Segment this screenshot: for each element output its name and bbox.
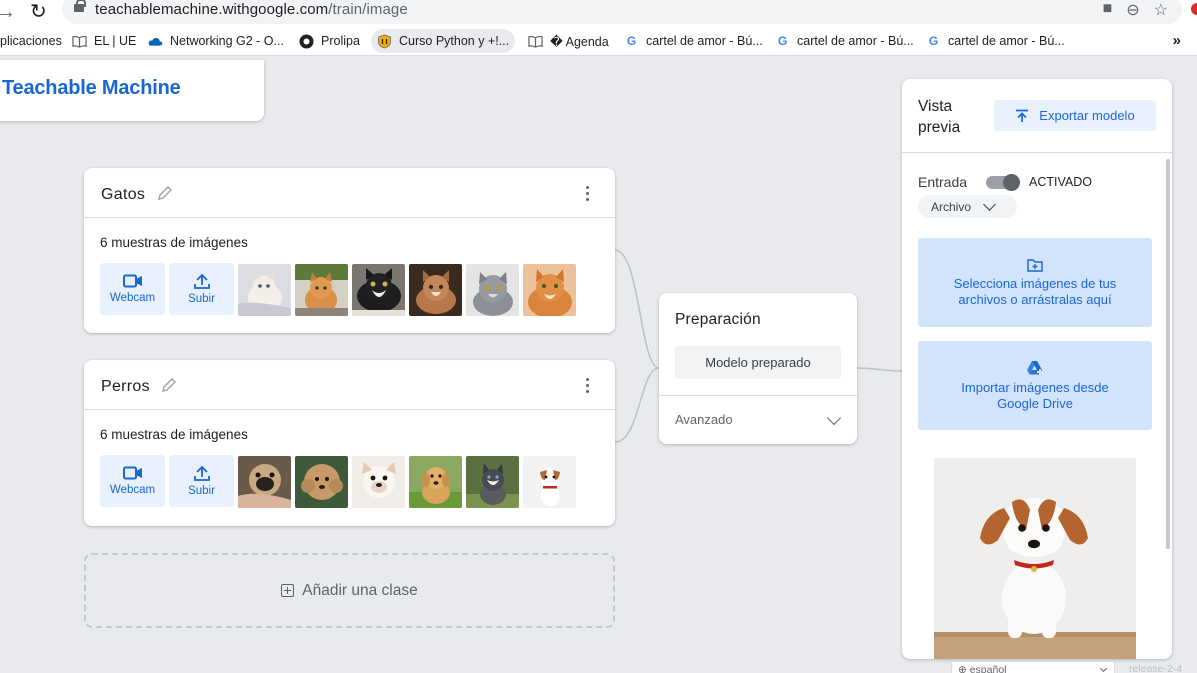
more-options-icon[interactable] bbox=[581, 378, 593, 396]
file-drop-zone[interactable]: Selecciona imágenes de tus archivos o ar… bbox=[918, 238, 1152, 327]
globe-icon: ⊕ bbox=[958, 664, 970, 673]
toggle-state-label: ACTIVADO bbox=[1029, 175, 1092, 189]
google-icon: G bbox=[626, 34, 637, 48]
class-card-perros: Perros 6 muestras de imágenes Webcam Sub… bbox=[84, 360, 615, 526]
star-icon[interactable]: ☆ bbox=[1154, 0, 1168, 20]
thumbnail-golden-retriever[interactable] bbox=[409, 456, 462, 508]
google-drive-import-button[interactable]: Importar imágenes desde Google Drive bbox=[918, 341, 1152, 430]
training-card: Preparación Modelo preparado Avanzado bbox=[659, 293, 857, 444]
profile-avatar[interactable] bbox=[1191, 3, 1197, 15]
add-box-icon bbox=[281, 584, 295, 597]
url-text: teachablemachine.withgoogle.com/train/im… bbox=[95, 1, 408, 18]
thumbnail-jack-russell[interactable] bbox=[523, 456, 576, 508]
thumbnail-pug[interactable] bbox=[238, 456, 291, 508]
folder-add-icon bbox=[1027, 258, 1043, 272]
app-header: Teachable Machine bbox=[0, 60, 264, 121]
cloud-icon bbox=[148, 37, 163, 46]
bookmark-curso-python[interactable]: Curso Python y +!... bbox=[371, 29, 516, 53]
book-icon bbox=[528, 35, 543, 48]
export-model-button[interactable]: Exportar modelo bbox=[994, 100, 1156, 131]
train-model-button[interactable]: Modelo preparado bbox=[675, 346, 841, 379]
scrollbar[interactable] bbox=[1166, 159, 1170, 549]
preview-image bbox=[934, 458, 1136, 659]
thumbnail-calico-cat[interactable] bbox=[409, 264, 462, 316]
thumbnail-poodle[interactable] bbox=[295, 456, 348, 508]
thumbnail-husky[interactable] bbox=[466, 456, 519, 508]
zoom-icon[interactable]: ⊖ bbox=[1126, 0, 1139, 20]
upload-button[interactable]: Subir bbox=[169, 263, 234, 315]
samples-count: 6 muestras de imágenes bbox=[100, 235, 248, 250]
divider bbox=[902, 152, 1172, 153]
export-icon bbox=[1016, 109, 1029, 122]
upload-button[interactable]: Subir bbox=[169, 455, 234, 507]
language-select[interactable]: ⊕ español bbox=[951, 661, 1115, 673]
divider bbox=[659, 395, 857, 396]
bookmark-apps[interactable]: plicaciones bbox=[0, 29, 68, 53]
camera-blocked-icon[interactable]: ■ bbox=[1103, 0, 1113, 20]
address-bar: → ↻ teachablemachine.withgoogle.com/trai… bbox=[0, 0, 1197, 26]
upload-icon bbox=[193, 465, 210, 481]
class-card-header: Gatos bbox=[84, 168, 615, 218]
prolipa-icon bbox=[299, 34, 314, 48]
bookmark-prolipa[interactable]: Prolipa bbox=[293, 29, 366, 53]
book-icon bbox=[72, 35, 87, 48]
release-version: release-2-4 bbox=[1129, 663, 1183, 673]
thumbnail-white-kitten[interactable] bbox=[238, 264, 291, 316]
class-name[interactable]: Perros bbox=[101, 378, 150, 396]
pencil-icon[interactable] bbox=[160, 376, 178, 394]
bookmark-networking[interactable]: Networking G2 - O... bbox=[142, 29, 290, 53]
app-logo[interactable]: Teachable Machine bbox=[2, 77, 181, 100]
input-toggle[interactable] bbox=[986, 174, 1020, 191]
input-source-select[interactable]: Archivo bbox=[918, 195, 1017, 218]
reload-icon[interactable]: ↻ bbox=[30, 0, 47, 24]
google-drive-icon bbox=[1027, 360, 1043, 375]
training-title: Preparación bbox=[675, 311, 761, 328]
more-options-icon[interactable] bbox=[581, 186, 593, 204]
preview-title: Vista previa bbox=[918, 98, 961, 136]
video-camera-icon bbox=[122, 466, 142, 480]
thumbnail-orange-cat[interactable] bbox=[523, 264, 576, 316]
shield-icon bbox=[378, 34, 391, 48]
preview-panel: Vista previa Exportar modelo Entrada ACT… bbox=[902, 79, 1172, 659]
samples-count: 6 muestras de imágenes bbox=[100, 427, 248, 442]
thumbnail-gray-cat[interactable] bbox=[466, 264, 519, 316]
bookmark-cartel-1[interactable]: G cartel de amor - Bú... bbox=[618, 29, 769, 53]
bookmark-cartel-3[interactable]: G cartel de amor - Bú... bbox=[920, 29, 1071, 53]
google-icon: G bbox=[777, 34, 788, 48]
bookmark-cartel-2[interactable]: G cartel de amor - Bú... bbox=[769, 29, 920, 53]
google-icon: G bbox=[928, 34, 939, 48]
thumbnail-orange-kitten[interactable] bbox=[295, 264, 348, 316]
input-label: Entrada bbox=[918, 174, 968, 190]
webcam-button[interactable]: Webcam bbox=[100, 455, 165, 507]
webcam-button[interactable]: Webcam bbox=[100, 263, 165, 315]
chevron-down-icon bbox=[1099, 664, 1108, 673]
lock-icon bbox=[74, 0, 86, 12]
upload-icon bbox=[193, 273, 210, 289]
pencil-icon[interactable] bbox=[156, 184, 174, 202]
chevron-down-icon[interactable] bbox=[826, 410, 842, 426]
class-card-header: Perros bbox=[84, 360, 615, 410]
forward-icon[interactable]: → bbox=[0, 1, 16, 24]
advanced-toggle[interactable]: Avanzado bbox=[675, 412, 733, 427]
bookmarks-bar: plicaciones EL | UE Networking G2 - O...… bbox=[0, 26, 1197, 56]
add-class-button[interactable]: Añadir una clase bbox=[84, 553, 615, 628]
class-card-gatos: Gatos 6 muestras de imágenes Webcam Subi… bbox=[84, 168, 615, 333]
thumbnail-bulldog[interactable] bbox=[352, 456, 405, 508]
bookmark-agenda[interactable]: � Agenda bbox=[522, 29, 615, 53]
video-camera-icon bbox=[122, 274, 142, 288]
chevron-down-icon bbox=[983, 197, 996, 211]
bookmark-el-ue[interactable]: EL | UE bbox=[66, 29, 142, 53]
thumbnail-tuxedo-cat[interactable] bbox=[352, 264, 405, 316]
more-bookmarks-icon[interactable]: » bbox=[1173, 32, 1181, 49]
url-field[interactable]: teachablemachine.withgoogle.com/train/im… bbox=[62, 0, 1182, 24]
class-name[interactable]: Gatos bbox=[101, 186, 145, 204]
